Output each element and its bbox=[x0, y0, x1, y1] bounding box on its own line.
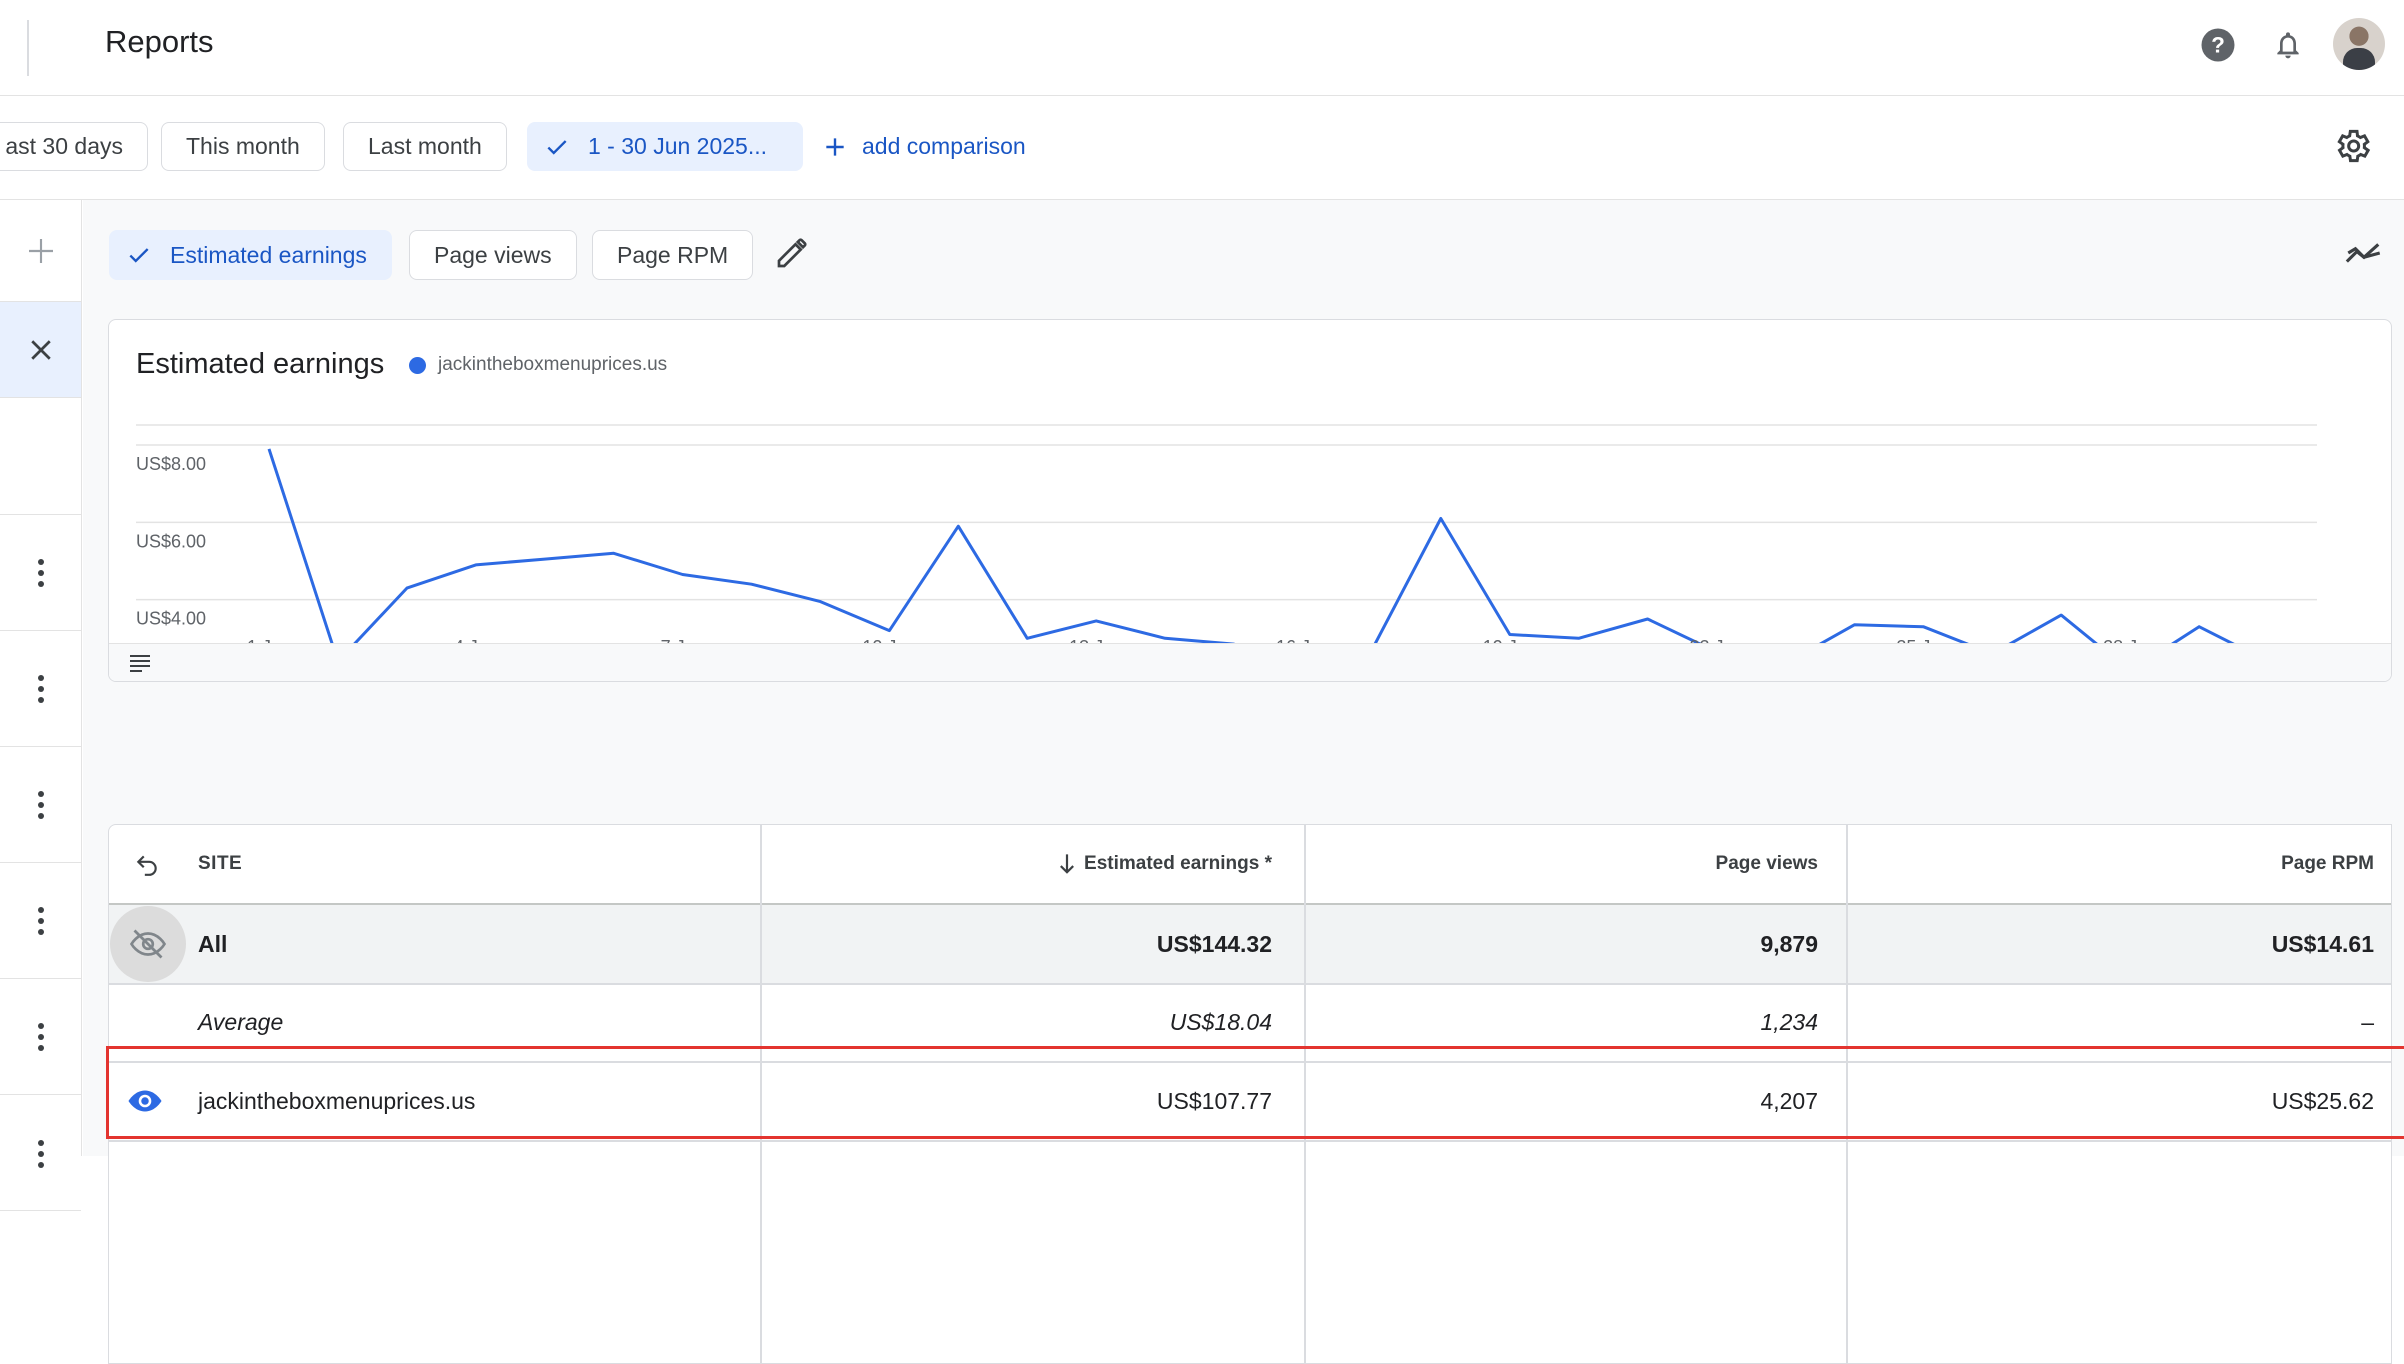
col-header-label: Estimated earnings * bbox=[1084, 853, 1272, 874]
metric-label: Estimated earnings bbox=[170, 241, 367, 268]
rail-empty-cell bbox=[0, 398, 81, 515]
help-icon[interactable]: ? bbox=[2195, 22, 2241, 68]
chart-card: US$2.00US$4.00US$6.00US$8.001 Jun4 Jun7 … bbox=[108, 319, 2392, 682]
row-menu-button[interactable] bbox=[0, 515, 81, 631]
page-title: Reports bbox=[105, 24, 214, 59]
chip-last-month[interactable]: Last month bbox=[343, 122, 507, 171]
check-icon bbox=[547, 139, 567, 155]
chart-type-icon[interactable] bbox=[2344, 238, 2384, 273]
more-vert-icon bbox=[37, 1140, 44, 1168]
metric-page-views[interactable]: Page views bbox=[409, 230, 577, 280]
edit-pencil-icon[interactable] bbox=[773, 236, 809, 277]
notifications-bell-icon[interactable] bbox=[2265, 22, 2311, 68]
pageviews-cell: 9,879 bbox=[1760, 930, 1818, 957]
chart-footer bbox=[109, 643, 2391, 681]
undo-icon[interactable] bbox=[133, 825, 173, 903]
earnings-cell: US$144.32 bbox=[1156, 930, 1272, 957]
site-cell: All bbox=[198, 930, 228, 957]
date-filter-bar: ast 30 days This month Last month 1 - 30… bbox=[0, 97, 2404, 200]
plus-icon bbox=[826, 137, 844, 156]
chart-legend: jackintheboxmenuprices.us bbox=[409, 354, 667, 376]
more-vert-icon bbox=[37, 1022, 44, 1051]
chip-date-range-label: 1 - 30 Jun 2025... bbox=[588, 133, 768, 159]
more-vert-icon bbox=[37, 558, 44, 587]
y-tick-label: US$8.00 bbox=[136, 454, 206, 474]
col-header-page-views[interactable]: Page views bbox=[1309, 825, 1818, 903]
arrow-down-icon bbox=[1060, 854, 1075, 874]
metric-estimated-earnings[interactable]: Estimated earnings bbox=[109, 230, 392, 280]
col-header-estimated-earnings[interactable]: Estimated earnings * bbox=[759, 825, 1272, 903]
legend-dot bbox=[409, 356, 426, 374]
chip-this-month[interactable]: This month bbox=[161, 122, 325, 171]
chip-last-30-days[interactable]: ast 30 days bbox=[0, 122, 148, 171]
close-row-button[interactable] bbox=[0, 302, 81, 398]
y-tick-label: US$6.00 bbox=[136, 531, 206, 551]
svg-text:?: ? bbox=[2211, 33, 2225, 58]
legend-label: jackintheboxmenuprices.us bbox=[438, 354, 668, 375]
divider bbox=[109, 1140, 2391, 1142]
settings-gear-icon[interactable] bbox=[2332, 126, 2372, 171]
table-view-icon[interactable] bbox=[128, 653, 152, 678]
divider bbox=[27, 20, 29, 76]
avatar[interactable] bbox=[2333, 18, 2385, 70]
selection-highlight bbox=[106, 1046, 2404, 1139]
col-header-site[interactable]: SITE bbox=[198, 825, 242, 903]
y-tick-label: US$4.00 bbox=[136, 609, 206, 629]
row-menu-button[interactable] bbox=[0, 1095, 81, 1211]
add-comparison-label: add comparison bbox=[862, 133, 1026, 159]
report-main: Estimated earnings Page views Page RPM U… bbox=[83, 200, 2404, 1364]
plus-icon bbox=[28, 238, 53, 263]
close-icon bbox=[30, 339, 51, 360]
add-row-button[interactable] bbox=[0, 200, 81, 302]
row-menu-button[interactable] bbox=[0, 863, 81, 979]
more-vert-icon bbox=[37, 674, 44, 703]
col-header-page-rpm[interactable]: Page RPM bbox=[1854, 825, 2374, 903]
more-vert-icon bbox=[37, 906, 44, 935]
row-menu-button[interactable] bbox=[0, 747, 81, 863]
rpm-cell: US$14.61 bbox=[2271, 930, 2374, 957]
top-app-bar: Reports ? bbox=[0, 0, 2404, 96]
metric-page-rpm[interactable]: Page RPM bbox=[592, 230, 754, 280]
add-comparison-button[interactable]: add comparison bbox=[822, 133, 1026, 160]
chip-date-range-selected[interactable]: 1 - 30 Jun 2025... bbox=[527, 122, 803, 171]
visibility-toggle-button[interactable] bbox=[110, 905, 186, 983]
table-row-total: All US$144.32 9,879 US$14.61 bbox=[109, 905, 2391, 983]
check-icon bbox=[129, 248, 149, 263]
row-menu-button[interactable] bbox=[0, 979, 81, 1095]
visibility-off-icon bbox=[110, 906, 186, 982]
row-menu-button[interactable] bbox=[0, 631, 81, 747]
more-vert-icon bbox=[37, 790, 44, 819]
table-header-row: SITE Estimated earnings * Page views Pag… bbox=[109, 825, 2391, 903]
chart-title: Estimated earnings bbox=[136, 348, 385, 380]
left-rail bbox=[0, 200, 82, 1211]
